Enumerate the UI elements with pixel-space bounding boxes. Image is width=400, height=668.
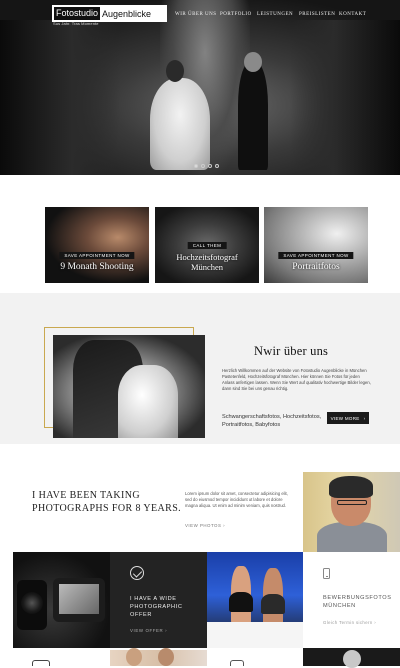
service-card-title: 9 Monath Shooting (60, 262, 134, 272)
boxer-right-shorts (261, 594, 285, 614)
book-appointment-link[interactable]: Gleich Termin sichern › (323, 620, 376, 625)
couple-face-woman (126, 648, 142, 666)
couple-photo (110, 648, 207, 666)
view-more-button[interactable]: VIEW MORE › (327, 412, 369, 424)
hero-slider: Fotostudio Augenblicke Sus Jahr. Tras Mo… (0, 0, 400, 175)
boxer-left-shorts (229, 592, 253, 612)
boxing-ring (207, 622, 303, 648)
couple-face-man (158, 648, 174, 666)
hero-groom-head (244, 52, 262, 72)
about-text: Herzlich Willkommen auf der Website von … (222, 368, 371, 391)
camera-screen (59, 584, 99, 614)
camera-lens-left (21, 592, 43, 614)
offer-text: I have a wide photographic offer (130, 596, 183, 618)
slider-dot-2[interactable] (201, 164, 205, 168)
slider-dot-1[interactable] (194, 164, 198, 168)
camera-photo (13, 552, 110, 648)
about-photo (53, 335, 205, 438)
book-appointment-label: Gleich Termin sichern (323, 620, 373, 625)
camera-outline-icon (230, 660, 244, 666)
chevron-right-icon: › (363, 415, 366, 421)
about-photo-types: Schwangerschaftsfotos, Hochzeitsfotos, P… (222, 414, 322, 428)
boxing-photo (207, 552, 303, 648)
experience-headline: I have been taking photographs for 8 yea… (32, 490, 182, 514)
about-photo-bride (118, 365, 178, 438)
portrait-glasses (337, 500, 367, 505)
check-circle-icon (130, 566, 144, 580)
nav-portfolio[interactable]: PORTFOLIO (220, 12, 252, 17)
service-card-pill[interactable]: SAVE APPOINTMENT NOW (59, 252, 135, 259)
slider-dot-3[interactable] (208, 164, 212, 168)
view-photos-link[interactable]: VIEW PHOTOS › (185, 523, 225, 528)
nav-preislisten[interactable]: PREISLISTEN (299, 12, 335, 17)
hero-guests-left (0, 20, 120, 175)
hero-groom (238, 62, 268, 170)
slider-dot-4[interactable] (215, 164, 219, 168)
view-offer-label: VIEW OFFER (130, 628, 164, 633)
phone-icon (323, 568, 330, 579)
photographer-portrait (303, 472, 400, 552)
service-card-9-monath[interactable]: SAVE APPOINTMENT NOW 9 Monath Shooting (45, 207, 149, 283)
logo-text-fotostudio: Fotostudio (54, 7, 101, 20)
logo-tagline: Sus Jahr. Tras Momente (53, 21, 99, 26)
chevron-right-icon: › (374, 620, 377, 625)
slider-dots (194, 164, 219, 168)
service-card-pill[interactable]: CALL THEM (187, 242, 227, 249)
hero-bride (150, 78, 210, 170)
service-card-portrait[interactable]: SAVE APPOINTMENT NOW Portraitfotos (264, 207, 368, 283)
about-heading: Nwir über uns (254, 344, 329, 358)
site-logo[interactable]: Fotostudio Augenblicke (52, 5, 167, 22)
logo-text-augenblicke: Augenblicke (102, 8, 152, 19)
offer-tile: I have a wide photographic offer VIEW OF… (110, 552, 207, 648)
experience-text: Lorem ipsum dolor sit amet, consectetur … (185, 491, 288, 508)
nav-wir-ueber-uns[interactable]: WIR ÜBER UNS (175, 12, 217, 17)
view-offer-link[interactable]: VIEW OFFER › (130, 628, 167, 633)
application-photos-tile: Bewerbungsfotos München Gleich Termin si… (303, 552, 400, 648)
service-card-title: Portraitfotos (292, 262, 340, 272)
portrait-photo-dark (303, 648, 400, 668)
hero-guests-right (290, 20, 400, 175)
chevron-right-icon: › (223, 523, 226, 528)
camera-outline-icon (32, 660, 50, 666)
chevron-right-icon: › (165, 628, 168, 633)
application-photos-title: Bewerbungsfotos München (323, 595, 392, 609)
portrait-hat (329, 476, 373, 498)
nav-kontakt[interactable]: KONTAKT (339, 12, 366, 17)
service-card-pill[interactable]: SAVE APPOINTMENT NOW (278, 252, 354, 259)
portrait-scarf (317, 522, 387, 552)
view-more-label: VIEW MORE (330, 415, 360, 421)
portrait-face (343, 650, 361, 668)
nav-leistungen[interactable]: LEISTUNGEN (257, 12, 293, 17)
service-card-hochzeit[interactable]: CALL THEM Hochzeitsfotograf München (155, 207, 259, 283)
view-photos-label: VIEW PHOTOS (185, 523, 222, 528)
hero-bride-head (166, 60, 184, 82)
service-card-title: Hochzeitsfotograf München (176, 252, 238, 272)
